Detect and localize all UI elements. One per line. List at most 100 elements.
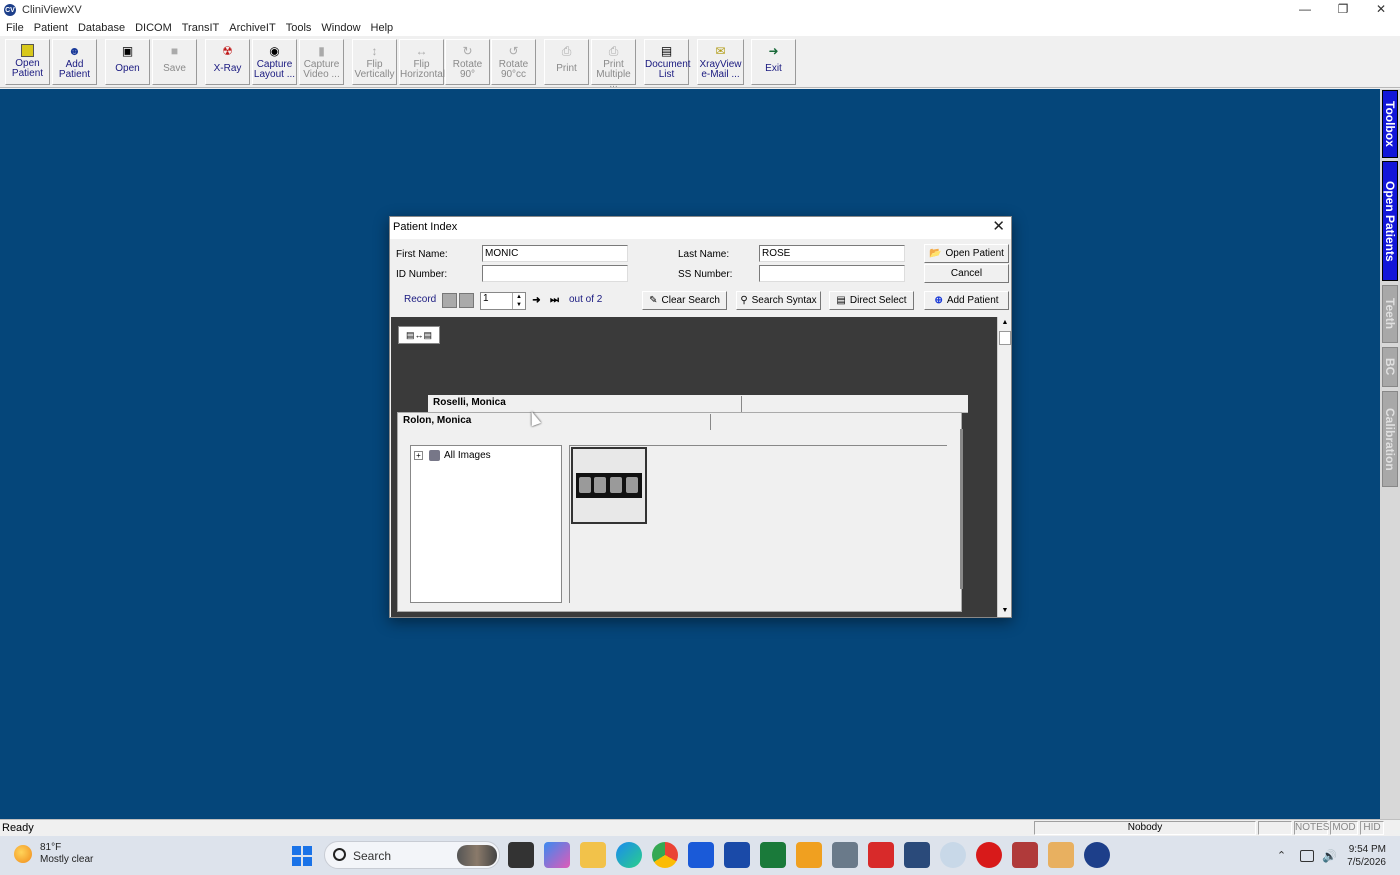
anydesk-icon[interactable] [868, 842, 894, 868]
menu-transit[interactable]: TransIT [177, 22, 225, 34]
card-scrollbar[interactable] [960, 429, 963, 589]
menu-help[interactable]: Help [366, 22, 399, 34]
binoculars-icon: ⚲ [740, 295, 748, 306]
patient-card-roselli[interactable]: Roselli, Monica [428, 395, 968, 413]
weather-temp: 81°F [40, 842, 62, 853]
add-icon: ⊕ [934, 295, 943, 306]
scroll-up-icon[interactable]: ▲ [998, 317, 1012, 329]
word-icon[interactable] [724, 842, 750, 868]
chrome-icon[interactable] [652, 842, 678, 868]
prev-record-button[interactable] [459, 293, 474, 308]
xray-button[interactable]: ☢ X-Ray [205, 39, 250, 85]
add-patient-dialog-button[interactable]: ⊕ Add Patient [924, 291, 1009, 310]
menu-file[interactable]: File [0, 22, 29, 34]
tab-teeth[interactable]: Teeth [1382, 285, 1398, 343]
menu-window[interactable]: Window [316, 22, 365, 34]
flip-vertically-button[interactable]: ↕ Flip Vertically [352, 39, 397, 85]
minimize-icon[interactable]: — [1286, 0, 1324, 20]
rotate-90cc-button[interactable]: ↺ Rotate 90°cc [491, 39, 536, 85]
cancel-button[interactable]: Cancel [924, 264, 1009, 283]
tree-item-all-images[interactable]: All Images [444, 450, 491, 461]
xray-thumbnail[interactable] [571, 447, 647, 524]
direct-select-button[interactable]: ▤ Direct Select [829, 291, 914, 310]
close-icon[interactable]: ✕ [1362, 0, 1400, 20]
ss-number-label: SS Number: [678, 269, 733, 280]
record-spinner[interactable]: ▲ ▼ [512, 293, 525, 309]
tab-bc[interactable]: BC [1382, 347, 1398, 387]
system-tray: ⌃ 🔊 9:54 PM 7/5/2026 [1277, 836, 1400, 875]
remote-icon[interactable] [904, 842, 930, 868]
flip-horizontal-icon: ↔ [415, 44, 428, 58]
task-view-icon[interactable] [508, 842, 534, 868]
chevron-up-icon[interactable]: ⌃ [1277, 849, 1286, 862]
view-toggle-button[interactable]: ▤↔▤ [398, 326, 440, 344]
clock[interactable]: 9:54 PM 7/5/2026 [1347, 843, 1386, 869]
last-record-icon[interactable]: ⏭ [547, 293, 562, 308]
tooth-app-icon[interactable] [1048, 842, 1074, 868]
ss-number-input[interactable] [759, 265, 905, 282]
dialog-scrollbar[interactable]: ▲ ▼ [997, 317, 1011, 617]
flip-horizontally-button[interactable]: ↔ Flip Horizontally [399, 39, 452, 85]
search-highlight-image [457, 845, 497, 866]
xrayview-email-button[interactable]: ✉ XrayView e-Mail ... [697, 39, 744, 85]
excel-icon[interactable] [760, 842, 786, 868]
feather-app-icon[interactable] [1012, 842, 1038, 868]
scroll-thumb[interactable] [999, 331, 1011, 345]
menu-tools[interactable]: Tools [281, 22, 317, 34]
patient-cards-area: ▤↔▤ Roselli, Monica Rolon, Monica + All … [391, 317, 997, 617]
id-number-input[interactable] [482, 265, 628, 282]
scroll-down-icon[interactable]: ▼ [998, 605, 1012, 617]
exit-icon: ➜ [768, 44, 779, 58]
rotate-90-button[interactable]: ↻ Rotate 90° [445, 39, 490, 85]
menu-dicom[interactable]: DICOM [130, 22, 177, 34]
menu-patient[interactable]: Patient [29, 22, 73, 34]
windows-start-icon[interactable] [292, 846, 312, 866]
network-icon[interactable] [1300, 849, 1315, 862]
open-patient-button[interactable]: Open Patient [5, 39, 50, 85]
last-name-input[interactable] [759, 245, 905, 262]
chat-icon[interactable] [940, 842, 966, 868]
tab-calibration[interactable]: Calibration [1382, 391, 1398, 487]
dental-app-icon[interactable] [976, 842, 1002, 868]
menu-bar: File Patient Database DICOM TransIT Arch… [0, 20, 1400, 36]
flip-vertical-icon: ↕ [371, 44, 378, 58]
document-list-button[interactable]: ▤ Document List [644, 39, 691, 85]
store-icon[interactable] [688, 842, 714, 868]
exit-button[interactable]: ➜ Exit [751, 39, 796, 85]
open-button[interactable]: ▣ Open [105, 39, 150, 85]
restore-icon[interactable]: ❐ [1324, 0, 1362, 20]
tab-toolbox[interactable]: Toolbox [1382, 90, 1398, 158]
add-patient-button[interactable]: ☻ Add Patient [52, 39, 97, 85]
print-icon: ⎙ [561, 44, 572, 58]
edge-icon[interactable] [616, 842, 642, 868]
patient-card-rolon[interactable]: Rolon, Monica + All Images [397, 412, 963, 612]
calculator-icon[interactable] [832, 842, 858, 868]
taskbar-search[interactable]: Search [324, 841, 500, 869]
weather-widget[interactable]: 81°F Mostly clear [14, 842, 93, 866]
print-multiple-button[interactable]: ⎙ Print Multiple ... [591, 39, 636, 90]
app-icon-ng[interactable] [796, 842, 822, 868]
dialog-close-icon[interactable]: ✕ [992, 218, 1005, 236]
file-explorer-icon[interactable] [580, 842, 606, 868]
first-record-button[interactable] [442, 293, 457, 308]
first-name-input[interactable] [482, 245, 628, 262]
volume-icon[interactable]: 🔊 [1322, 849, 1337, 863]
search-syntax-button[interactable]: ⚲ Search Syntax [736, 291, 821, 310]
next-record-icon[interactable]: ➜ [529, 293, 544, 308]
capture-video-button[interactable]: ▮ Capture Video ... [299, 39, 344, 85]
document-icon: ▤ [660, 44, 673, 58]
expand-icon[interactable]: + [414, 451, 423, 460]
print-button[interactable]: ⎙ Print [544, 39, 589, 85]
menu-archiveit[interactable]: ArchiveIT [224, 22, 280, 34]
cliniview-taskbar-icon[interactable] [1084, 842, 1110, 868]
capture-layout-button[interactable]: ◉ Capture Layout ... [252, 39, 297, 85]
status-notes: NOTES [1294, 821, 1330, 835]
clear-search-button[interactable]: ✎ Clear Search [642, 291, 727, 310]
save-button[interactable]: ■ Save [152, 39, 197, 85]
add-user-icon: ☻ [68, 44, 81, 58]
open-patient-dialog-button[interactable]: 📂 Open Patient [924, 244, 1009, 263]
menu-database[interactable]: Database [73, 22, 130, 34]
tab-open-patients[interactable]: Open Patients [1382, 161, 1398, 281]
copilot-icon[interactable] [544, 842, 570, 868]
record-count: out of 2 [569, 294, 603, 305]
